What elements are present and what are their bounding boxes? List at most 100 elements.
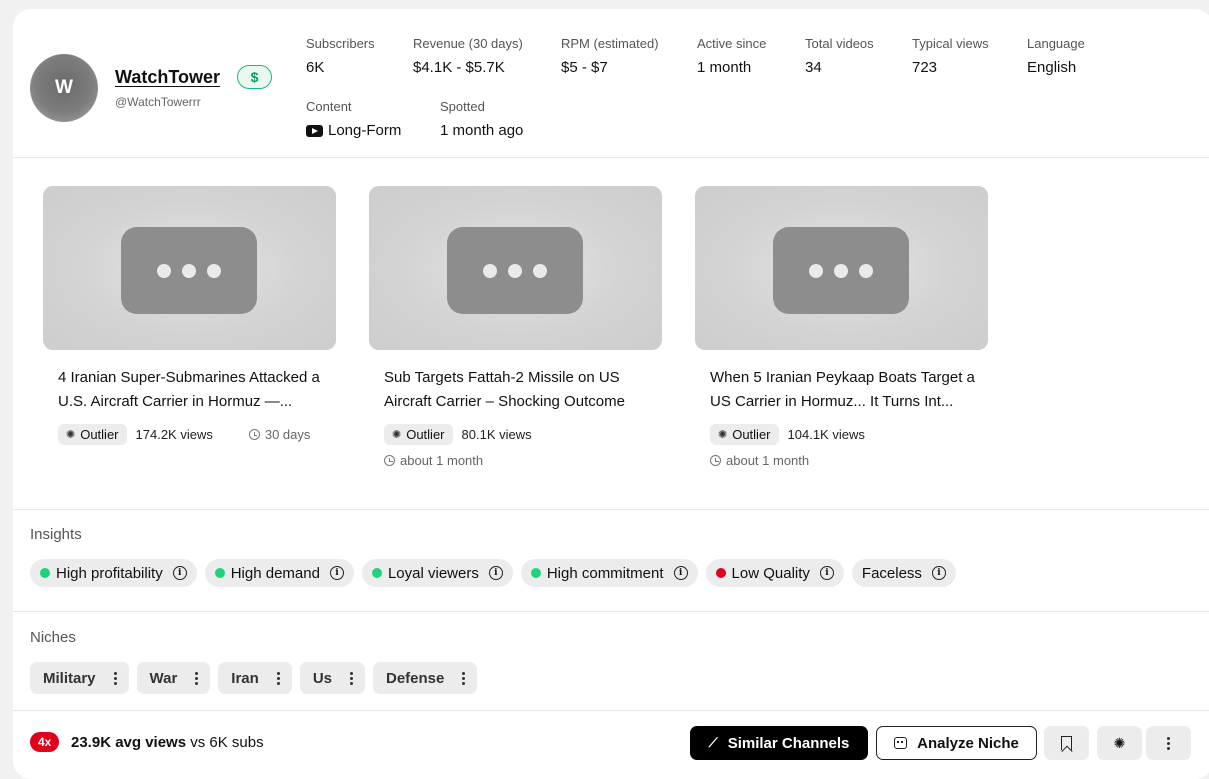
video-title[interactable]: Sub Targets Fattah-2 Missile on US Aircr… (384, 366, 652, 414)
vs-subs: vs 6K subs (186, 734, 264, 751)
video-title[interactable]: When 5 Iranian Peykaap Boats Target a US… (710, 366, 978, 414)
robot-icon (894, 737, 908, 749)
niche-chip[interactable]: Defense (373, 662, 478, 694)
stat-total-videos: Total videos 34 (805, 36, 874, 76)
sparkle-icon: ✺ (392, 429, 402, 441)
video-date: about 1 month (710, 453, 988, 468)
video-meta: ✺ Outlier 174.2K views 30 days (58, 424, 336, 445)
status-dot (40, 568, 50, 578)
outlier-button[interactable]: ✺ (1097, 726, 1142, 760)
video-card[interactable]: When 5 Iranian Peykaap Boats Target a US… (695, 186, 988, 468)
info-icon[interactable]: i (172, 566, 187, 580)
niche-chip[interactable]: War (136, 662, 211, 694)
more-vertical-icon[interactable] (462, 671, 466, 685)
more-vertical-icon[interactable] (276, 671, 280, 685)
stat-value: Long-Form (306, 122, 401, 139)
youtube-icon (306, 124, 323, 137)
stat-label: Content (306, 99, 352, 114)
video-title[interactable]: 4 Iranian Super-Submarines Attacked a U.… (58, 366, 326, 414)
thumbnail-placeholder-icon (121, 227, 257, 314)
clock-icon (384, 455, 395, 466)
clock-icon (248, 429, 260, 440)
video-views: 174.2K views (135, 427, 213, 442)
outlier-badge: ✺ Outlier (384, 424, 453, 445)
stat-label: Revenue (30 days) (413, 36, 523, 51)
clock-icon (710, 455, 721, 466)
insight-chip[interactable]: High commitment i (520, 559, 698, 587)
video-card[interactable]: Sub Targets Fattah-2 Missile on US Aircr… (369, 186, 662, 468)
niche-chip[interactable]: Us (299, 662, 365, 694)
thumbnail-placeholder-icon (773, 227, 909, 314)
info-icon[interactable]: i (931, 566, 946, 580)
sparkle-icon: ✺ (66, 429, 76, 441)
stat-value: 6K (306, 59, 325, 76)
video-views: 104.1K views (787, 427, 865, 442)
avatar[interactable]: W (30, 54, 98, 122)
insight-chip[interactable]: Loyal viewers i (361, 559, 513, 587)
stat-label: Typical views (912, 36, 989, 51)
insights-list: High profitability i High demand i Loyal v… (30, 559, 956, 587)
divider (13, 157, 1209, 158)
video-views: 80.1K views (461, 427, 532, 442)
video-thumbnail[interactable] (695, 186, 988, 350)
info-icon[interactable]: i (673, 566, 688, 580)
stat-label: Subscribers (306, 36, 375, 51)
video-thumbnail[interactable] (43, 186, 336, 350)
insight-chip[interactable]: High profitability i (30, 559, 197, 587)
bookmark-button[interactable] (1044, 726, 1089, 760)
avg-views-summary: 23.9K avg views vs 6K subs (71, 734, 264, 751)
more-options-button[interactable] (1146, 726, 1191, 760)
niche-chip[interactable]: Military (30, 662, 129, 694)
stat-value: $5 - $7 (561, 59, 608, 76)
monetized-badge: $ (237, 65, 272, 89)
stat-typical-views: Typical views 723 (912, 36, 989, 76)
more-vertical-icon[interactable] (350, 671, 353, 685)
bookmark-icon (1061, 736, 1072, 750)
channel-handle: @WatchTowerrr (115, 95, 201, 109)
stat-value: $4.1K - $5.7K (413, 59, 505, 76)
insight-chip[interactable]: High demand i (204, 559, 354, 587)
divider (13, 710, 1209, 711)
info-icon[interactable]: i (819, 566, 834, 580)
info-icon[interactable]: i (329, 566, 344, 580)
analyze-niche-button[interactable]: Analyze Niche (876, 726, 1037, 760)
more-vertical-icon[interactable] (113, 671, 117, 685)
video-date: about 1 month (384, 453, 662, 468)
sparkle-icon: ✺ (1113, 734, 1126, 751)
content-type: Long-Form (328, 122, 402, 139)
status-dot (530, 568, 541, 578)
stat-rpm: RPM (estimated) $5 - $7 (561, 36, 659, 76)
channel-name-link[interactable]: WatchTower (115, 67, 220, 88)
divider (13, 509, 1209, 510)
outlier-badge: ✺ Outlier (710, 424, 779, 445)
stat-label: Total videos (805, 36, 874, 51)
stat-language: Language English (1027, 36, 1085, 76)
stat-label: Language (1027, 36, 1085, 51)
insight-chip[interactable]: Faceless i (851, 559, 956, 587)
stat-content: Content Long-Form (306, 99, 401, 139)
stat-label: Active since (697, 36, 767, 51)
status-dot (715, 568, 726, 578)
stat-value: 723 (912, 59, 938, 76)
magic-wand-icon: ⟋ (708, 735, 718, 750)
niche-chip[interactable]: Iran (218, 662, 292, 694)
outlier-ratio-badge: 4x (30, 732, 60, 752)
similar-channels-button[interactable]: ⟋ Similar Channels (690, 726, 868, 760)
video-thumbnail[interactable] (369, 186, 662, 350)
insights-title: Insights (30, 526, 82, 543)
more-vertical-icon[interactable] (195, 671, 199, 685)
stat-value: 34 (805, 59, 822, 76)
sparkle-icon: ✺ (718, 429, 728, 441)
avg-views: 23.9K avg views (71, 734, 187, 751)
channel-card: W WatchTower $ @WatchTowerrr Subscribers… (13, 9, 1209, 779)
video-card[interactable]: 4 Iranian Super-Submarines Attacked a U.… (43, 186, 336, 445)
more-vertical-icon (1167, 736, 1170, 750)
info-icon[interactable]: i (488, 566, 503, 580)
stat-spotted: Spotted 1 month ago (440, 99, 523, 139)
insight-chip[interactable]: Low Quality i (705, 559, 844, 587)
thumbnail-placeholder-icon (447, 227, 583, 314)
stat-value: 1 month ago (440, 122, 524, 139)
video-meta: ✺ Outlier 80.1K views about 1 month (384, 424, 662, 468)
niches-title: Niches (30, 629, 76, 646)
stat-subscribers: Subscribers 6K (306, 36, 375, 76)
